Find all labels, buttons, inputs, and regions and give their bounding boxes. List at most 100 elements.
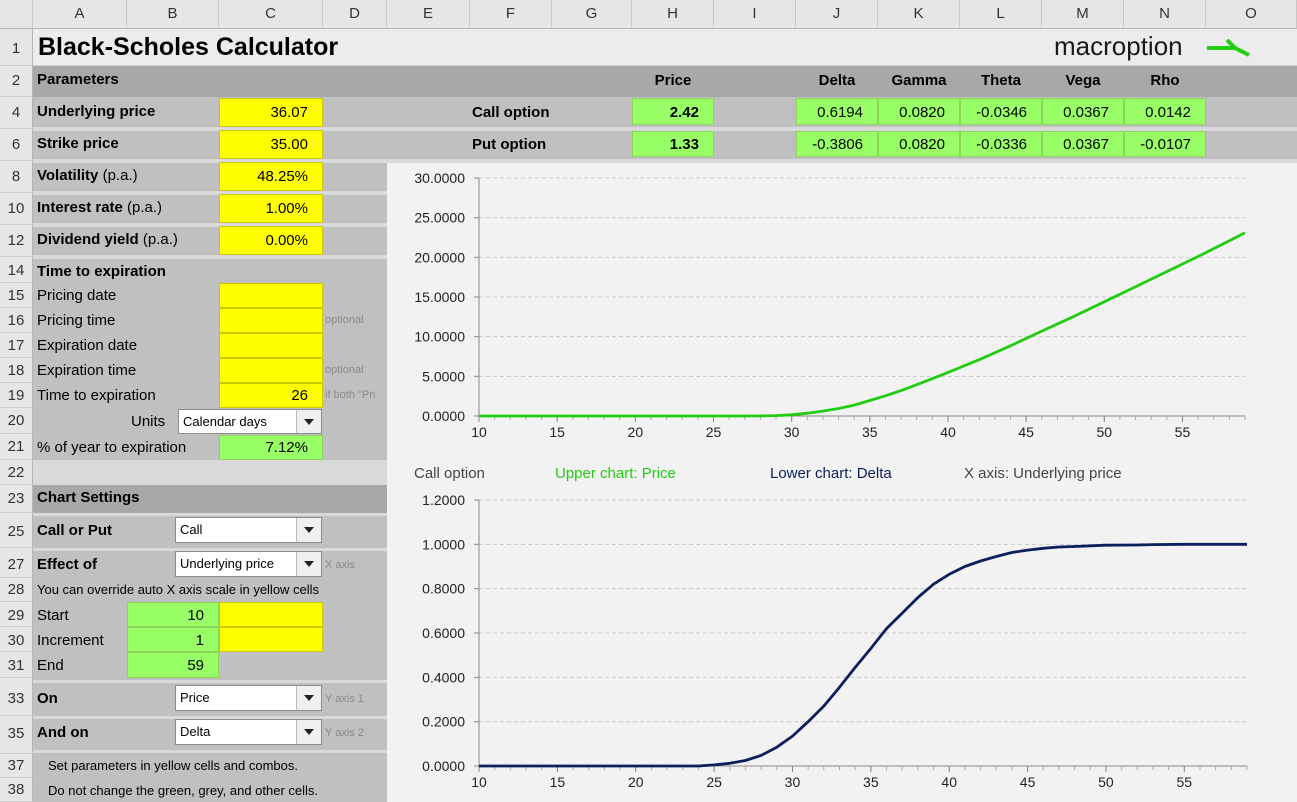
call-or-put-dropdown[interactable]: Call (175, 517, 322, 543)
row-header[interactable]: 15 (0, 283, 33, 308)
row-header[interactable]: 8 (0, 161, 33, 193)
volatility-input[interactable]: 48.25% (219, 162, 323, 191)
x-tick-label: 10 (471, 424, 487, 440)
expiration-time-label: Expiration time (37, 362, 137, 379)
on-hint: Y axis 1 (325, 693, 364, 705)
call-or-put-value: Call (180, 522, 203, 537)
row-header[interactable]: 25 (0, 513, 33, 548)
row-header[interactable]: 37 (0, 754, 33, 778)
expiration-date-input[interactable] (219, 333, 323, 358)
expiration-time-input[interactable] (219, 358, 323, 383)
chevron-down-icon[interactable] (296, 410, 321, 433)
time-to-expiration-input[interactable]: 26 (219, 383, 323, 408)
chevron-down-icon[interactable] (296, 518, 321, 542)
column-header-e[interactable]: E (387, 0, 470, 29)
and-on-dropdown[interactable]: Delta (175, 719, 322, 745)
logo-arrow-icon (1207, 38, 1250, 57)
pct-year-label: % of year to expiration (37, 439, 187, 456)
interest-rate-input[interactable]: 1.00% (219, 194, 323, 223)
column-header-k[interactable]: K (878, 0, 960, 29)
separator (33, 159, 387, 163)
on-label: On (37, 690, 58, 707)
column-header-h[interactable]: H (632, 0, 714, 29)
row-header[interactable]: 22 (0, 460, 33, 485)
strike-price-label: Strike price (37, 135, 119, 152)
row-header[interactable]: 20 (0, 408, 33, 434)
row-header[interactable]: 14 (0, 257, 33, 283)
row-header[interactable]: 17 (0, 333, 33, 358)
column-header-l[interactable]: L (960, 0, 1042, 29)
row-header[interactable]: 29 (0, 602, 33, 627)
start-label: Start (37, 607, 69, 624)
row-header[interactable]: 18 (0, 358, 33, 383)
vega-header: Vega (1065, 72, 1101, 89)
chevron-down-icon[interactable] (296, 720, 321, 744)
row-header[interactable]: 4 (0, 97, 33, 129)
row-header[interactable]: 28 (0, 578, 33, 602)
price-chart[interactable]: 0.0000 5.0000 10.0000 15.0000 20.0000 25.0000… (387, 163, 1297, 453)
row-header[interactable]: 27 (0, 548, 33, 578)
row-header[interactable]: 31 (0, 652, 33, 678)
row-header[interactable]: 19 (0, 383, 33, 408)
interest-rate-suffix: (p.a.) (127, 199, 163, 216)
select-all-corner[interactable] (0, 0, 33, 29)
column-header-j[interactable]: J (796, 0, 878, 29)
column-header-n[interactable]: N (1124, 0, 1206, 29)
column-header-g[interactable]: G (552, 0, 632, 29)
row-header[interactable]: 12 (0, 225, 33, 257)
chevron-down-icon[interactable] (296, 686, 321, 710)
pricing-time-label: Pricing time (37, 312, 116, 329)
put-theta-value: -0.0336 (960, 131, 1042, 157)
pricing-date-input[interactable] (219, 283, 323, 308)
increment-override-input[interactable] (219, 627, 323, 652)
y-tick-label: 0.6000 (422, 625, 465, 641)
row-header[interactable]: 23 (0, 485, 33, 513)
row-header[interactable]: 10 (0, 193, 33, 225)
chart-lower-label: Lower chart: Delta (770, 465, 892, 482)
chevron-down-icon[interactable] (296, 552, 321, 576)
start-override-input[interactable] (219, 602, 323, 627)
x-tick-label: 45 (1020, 774, 1036, 790)
and-on-value: Delta (180, 724, 211, 739)
macroption-logo: macroption (1054, 31, 1183, 62)
separator (33, 191, 387, 195)
column-header-m[interactable]: M (1042, 0, 1124, 29)
pricing-time-input[interactable] (219, 308, 323, 333)
x-tick-label: 25 (706, 424, 722, 440)
x-tick-label: 40 (940, 424, 956, 440)
on-value: Price (180, 690, 210, 705)
units-dropdown[interactable]: Calendar days (178, 409, 322, 434)
effect-of-label: Effect of (37, 556, 97, 573)
column-header-o[interactable]: O (1206, 0, 1297, 29)
row-header[interactable]: 2 (0, 66, 33, 97)
row-header[interactable]: 6 (0, 129, 33, 161)
effect-of-dropdown[interactable]: Underlying price (175, 551, 322, 577)
on-dropdown[interactable]: Price (175, 685, 322, 711)
dividend-yield-input[interactable]: 0.00% (219, 226, 323, 255)
strike-price-input[interactable]: 35.00 (219, 130, 323, 159)
call-option-label: Call option (472, 104, 550, 121)
row-header[interactable]: 16 (0, 308, 33, 333)
interest-rate-label: Interest rate (p.a.) (37, 199, 162, 216)
row-header[interactable]: 33 (0, 678, 33, 716)
end-value: 59 (127, 652, 219, 678)
volatility-suffix: (p.a.) (102, 167, 138, 184)
delta-chart[interactable]: 0.0000 0.2000 0.4000 0.6000 0.8000 1.0000 1.20… (387, 485, 1297, 802)
column-header-i[interactable]: I (714, 0, 796, 29)
time-to-expiration-label: Time to expiration (37, 387, 156, 404)
row-header[interactable]: 30 (0, 627, 33, 652)
override-note: You can override auto X axis scale in ye… (37, 582, 320, 597)
column-header-b[interactable]: B (127, 0, 219, 29)
pct-year-value: 7.12% (219, 435, 323, 460)
column-header-d[interactable]: D (323, 0, 387, 29)
column-header-a[interactable]: A (33, 0, 127, 29)
row-header[interactable]: 1 (0, 29, 33, 66)
column-header-f[interactable]: F (470, 0, 552, 29)
underlying-price-input[interactable]: 36.07 (219, 98, 323, 127)
logo-text: macroption (1054, 31, 1183, 61)
x-tick-label: 55 (1177, 774, 1193, 790)
row-header[interactable]: 35 (0, 716, 33, 754)
row-header[interactable]: 21 (0, 434, 33, 460)
row-header[interactable]: 38 (0, 778, 33, 802)
column-header-c[interactable]: C (219, 0, 323, 29)
